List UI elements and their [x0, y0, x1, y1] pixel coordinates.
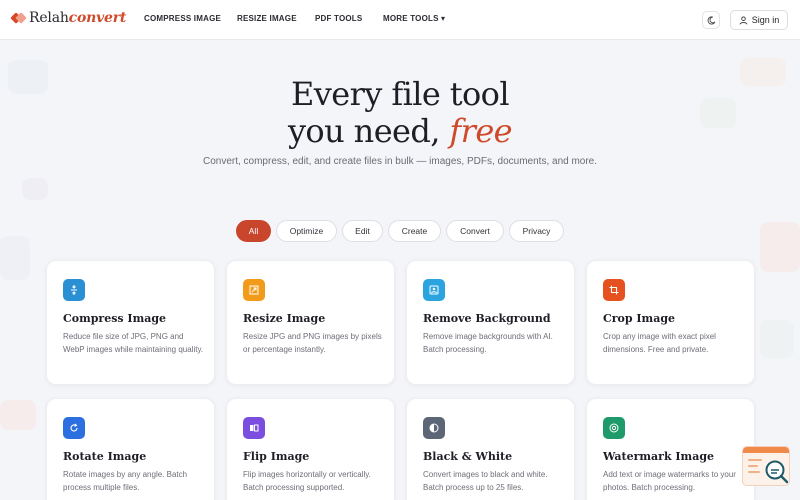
tool-description: Flip images horizontally or vertically. … — [243, 470, 371, 492]
tool-description: Rotate images by any angle. Batch proces… — [63, 470, 188, 492]
hero-title-accent: free — [449, 112, 513, 150]
tool-title: Crop Image — [603, 312, 676, 325]
image-icon — [423, 279, 445, 301]
tool-title: Flip Image — [243, 450, 310, 463]
tool-card-watermark-image[interactable]: Watermark Image Add text or image waterm… — [586, 398, 755, 500]
help-widget-line — [748, 459, 762, 461]
nav-compress-image[interactable]: COMPRESS IMAGE — [144, 14, 221, 23]
tool-description: Add text or image watermarks to your pho… — [603, 470, 736, 492]
nav-resize-image[interactable]: RESIZE IMAGE — [237, 14, 297, 23]
flip-icon — [243, 417, 265, 439]
filter-all[interactable]: All — [236, 220, 271, 242]
watermark-icon — [603, 417, 625, 439]
sign-in-button[interactable]: Sign in — [730, 10, 788, 30]
tool-card-remove-background[interactable]: Remove Background Remove image backgroun… — [406, 260, 575, 385]
tool-card-rotate-image[interactable]: Rotate Image Rotate images by any angle.… — [46, 398, 215, 500]
filter-privacy[interactable]: Privacy — [509, 220, 564, 242]
tool-description: Remove image backgrounds with AI. Batch … — [423, 332, 553, 354]
tool-card-flip-image[interactable]: Flip Image Flip images horizontally or v… — [226, 398, 395, 500]
brand-logo[interactable]: Relahconvert — [10, 10, 126, 26]
brand-name-accent: convert — [68, 10, 127, 26]
compress-icon — [63, 279, 85, 301]
tool-card-resize-image[interactable]: Resize Image Resize JPG and PNG images b… — [226, 260, 395, 385]
moon-icon — [707, 15, 715, 24]
nav-pdf-tools[interactable]: PDF TOOLS — [315, 14, 362, 23]
tool-description: Resize JPG and PNG images by pixels or p… — [243, 332, 382, 354]
help-widget-line — [748, 471, 760, 473]
category-filter-bar: All Optimize Edit Create Convert Privacy — [0, 220, 800, 242]
tool-card-black-and-white[interactable]: Black & White Convert images to black an… — [406, 398, 575, 500]
background-decoration — [760, 320, 794, 358]
hero-title-line-2: you need, free — [0, 112, 800, 150]
brand-name-plain: Relah — [29, 10, 69, 26]
filter-optimize[interactable]: Optimize — [276, 220, 337, 242]
tool-title: Black & White — [423, 450, 513, 463]
tool-description: Crop any image with exact pixel dimensio… — [603, 332, 716, 354]
tool-title: Watermark Image — [603, 450, 715, 463]
tool-title: Compress Image — [63, 312, 167, 325]
help-widget-header — [743, 447, 789, 453]
theme-toggle-button[interactable] — [702, 11, 720, 29]
sign-in-label: Sign in — [751, 15, 780, 25]
top-navigation-bar: Relahconvert COMPRESS IMAGE RESIZE IMAGE… — [0, 0, 800, 40]
tool-card-crop-image[interactable]: Crop Image Crop any image with exact pix… — [586, 260, 755, 385]
filter-convert[interactable]: Convert — [446, 220, 504, 242]
help-widget-line — [748, 465, 758, 467]
crop-icon — [603, 279, 625, 301]
background-decoration — [22, 178, 48, 200]
filter-create[interactable]: Create — [388, 220, 441, 242]
tool-title: Rotate Image — [63, 450, 147, 463]
tool-title: Remove Background — [423, 312, 551, 325]
filter-edit[interactable]: Edit — [342, 220, 383, 242]
tool-description: Reduce file size of JPG, PNG and WebP im… — [63, 332, 204, 354]
help-widget-button[interactable] — [742, 446, 790, 486]
search-help-icon — [765, 460, 789, 484]
tool-description: Convert images to black and white. Batch… — [423, 470, 548, 492]
hero-subtitle: Convert, compress, edit, and create file… — [202, 156, 598, 167]
nav-more-tools-dropdown[interactable]: MORE TOOLS ▾ — [383, 14, 445, 23]
resize-icon — [243, 279, 265, 301]
rotate-icon — [63, 417, 85, 439]
tool-card-compress-image[interactable]: Compress Image Reduce file size of JPG, … — [46, 260, 215, 385]
brand-name: Relahconvert — [29, 10, 126, 26]
hero-title-line-1: Every file tool — [291, 75, 510, 113]
tool-title: Resize Image — [243, 312, 326, 325]
logo-diamond-icon — [10, 11, 27, 25]
background-decoration — [0, 236, 30, 280]
background-decoration — [0, 400, 36, 430]
contrast-icon — [423, 417, 445, 439]
user-icon — [739, 15, 748, 24]
hero-title-plain: you need, — [287, 112, 440, 150]
